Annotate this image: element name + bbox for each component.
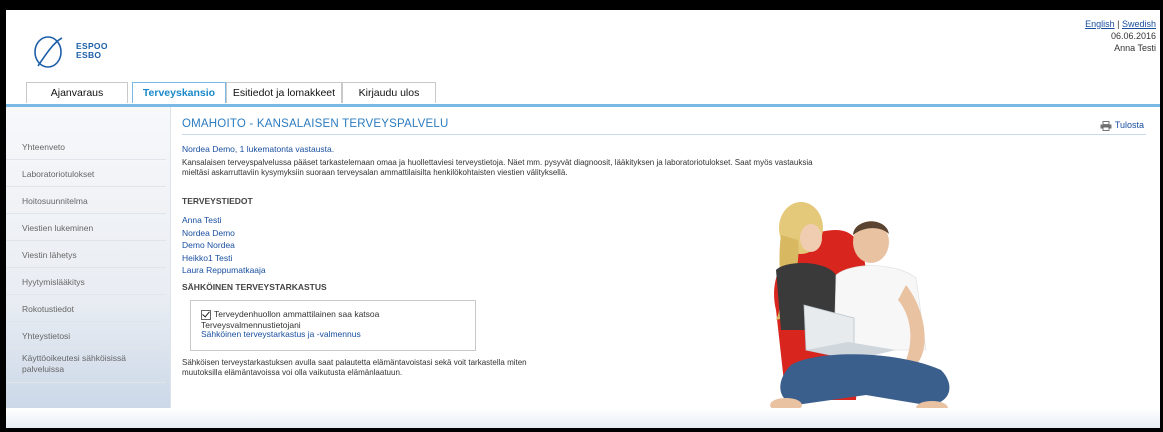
people-with-laptop-image <box>770 202 950 415</box>
lang-english-link[interactable]: English <box>1085 19 1115 29</box>
current-date: 06.06.2016 <box>1110 31 1156 41</box>
consent-checkbox-row[interactable]: Terveydenhuollon ammattilainen saa katso… <box>201 309 475 330</box>
sidebar-item-laboratoriotulokset[interactable]: Laboratoriotulokset <box>6 161 166 187</box>
checkup-box: Terveydenhuollon ammattilainen saa katso… <box>190 300 476 351</box>
tab-esitiedot[interactable]: Esitiedot ja lomakkeet <box>226 82 342 103</box>
person-link[interactable]: Anna Testi <box>182 214 266 227</box>
outro-line-1: Sähköisen terveystarkastuksen avulla saa… <box>182 358 527 367</box>
sidebar-item-hoitosuunnitelma[interactable]: Hoitosuunnitelma <box>6 188 166 214</box>
tab-kirjaudu-ulos[interactable]: Kirjaudu ulos <box>342 82 436 103</box>
footer-band <box>6 408 1160 428</box>
title-divider <box>182 134 1146 135</box>
person-link[interactable]: Heikko1 Testi <box>182 252 266 265</box>
sidebar-item-hyytymislaakitys[interactable]: Hyytymislääkitys <box>6 269 166 295</box>
app-window: ESPOO ESBO English | Swedish 06.06.2016 … <box>6 10 1160 428</box>
person-link[interactable]: Nordea Demo <box>182 227 266 240</box>
unread-notice-link[interactable]: Nordea Demo, 1 lukematonta vastausta. <box>182 144 334 154</box>
consent-checkbox-label: Terveydenhuollon ammattilainen saa katso… <box>201 309 380 330</box>
user-name: Anna Testi <box>1114 43 1156 53</box>
print-label: Tulosta <box>1114 120 1144 130</box>
logo-line-2: ESBO <box>76 50 102 60</box>
sidebar-item-yhteystietosi[interactable]: Yhteystietosi <box>6 323 166 349</box>
person-link[interactable]: Demo Nordea <box>182 239 266 252</box>
sidebar-item-viestien-lukeminen[interactable]: Viestien lukeminen <box>6 215 166 241</box>
tab-bar: Ajanvaraus Terveyskansio Esitiedot ja lo… <box>6 80 1160 107</box>
health-checkup-link[interactable]: Sähköinen terveystarkastus ja -valmennus <box>201 329 361 339</box>
header: ESPOO ESBO English | Swedish 06.06.2016 … <box>6 10 1160 80</box>
espoo-logo[interactable]: ESPOO ESBO <box>32 32 122 72</box>
sidebar: Yhteenveto Laboratoriotulokset Hoitosuun… <box>6 107 171 428</box>
tab-ajanvaraus[interactable]: Ajanvaraus <box>26 82 128 103</box>
tab-terveyskansio[interactable]: Terveyskansio <box>132 82 226 103</box>
espoo-logo-icon <box>34 36 63 68</box>
checkup-description: Sähköisen terveystarkastuksen avulla saa… <box>182 358 562 378</box>
lang-swedish-link[interactable]: Swedish <box>1122 19 1156 29</box>
sidebar-item-rokotustiedot[interactable]: Rokotustiedot <box>6 296 166 322</box>
person-list: Anna Testi Nordea Demo Demo Nordea Heikk… <box>182 214 266 277</box>
person-link[interactable]: Laura Reppumatkaaja <box>182 264 266 277</box>
printer-icon <box>1100 120 1112 131</box>
intro-line-1: Kansalaisen terveyspalvelussa pääset tar… <box>182 158 813 167</box>
top-links: English | Swedish 06.06.2016 Anna Testi <box>1085 18 1156 54</box>
health-records-heading: TERVEYSTIEDOT <box>182 196 253 206</box>
logo-text: ESPOO ESBO <box>76 42 108 60</box>
sidebar-item-viestin-lahetys[interactable]: Viestin lähetys <box>6 242 166 268</box>
sidebar-item-kayttooikeudet[interactable]: Käyttöoikeutesi sähköisissä palveluissa <box>6 349 166 383</box>
sidebar-item-yhteenveto[interactable]: Yhteenveto <box>6 134 166 160</box>
intro-text: Kansalaisen terveyspalvelussa pääset tar… <box>182 158 842 178</box>
lang-separator: | <box>1117 19 1120 29</box>
intro-line-2: mieltäsi askarruttaviin kysymyksiin suor… <box>182 168 568 177</box>
consent-checkbox[interactable] <box>201 309 211 320</box>
page-title: OMAHOITO - KANSALAISEN TERVEYSPALVELU <box>182 118 449 130</box>
outro-line-2: muutoksilla elämäntavoissa voi olla vaik… <box>182 368 403 377</box>
health-checkup-heading: SÄHKÖINEN TERVEYSTARKASTUS <box>182 282 327 292</box>
print-link[interactable]: Tulosta <box>1100 120 1144 131</box>
